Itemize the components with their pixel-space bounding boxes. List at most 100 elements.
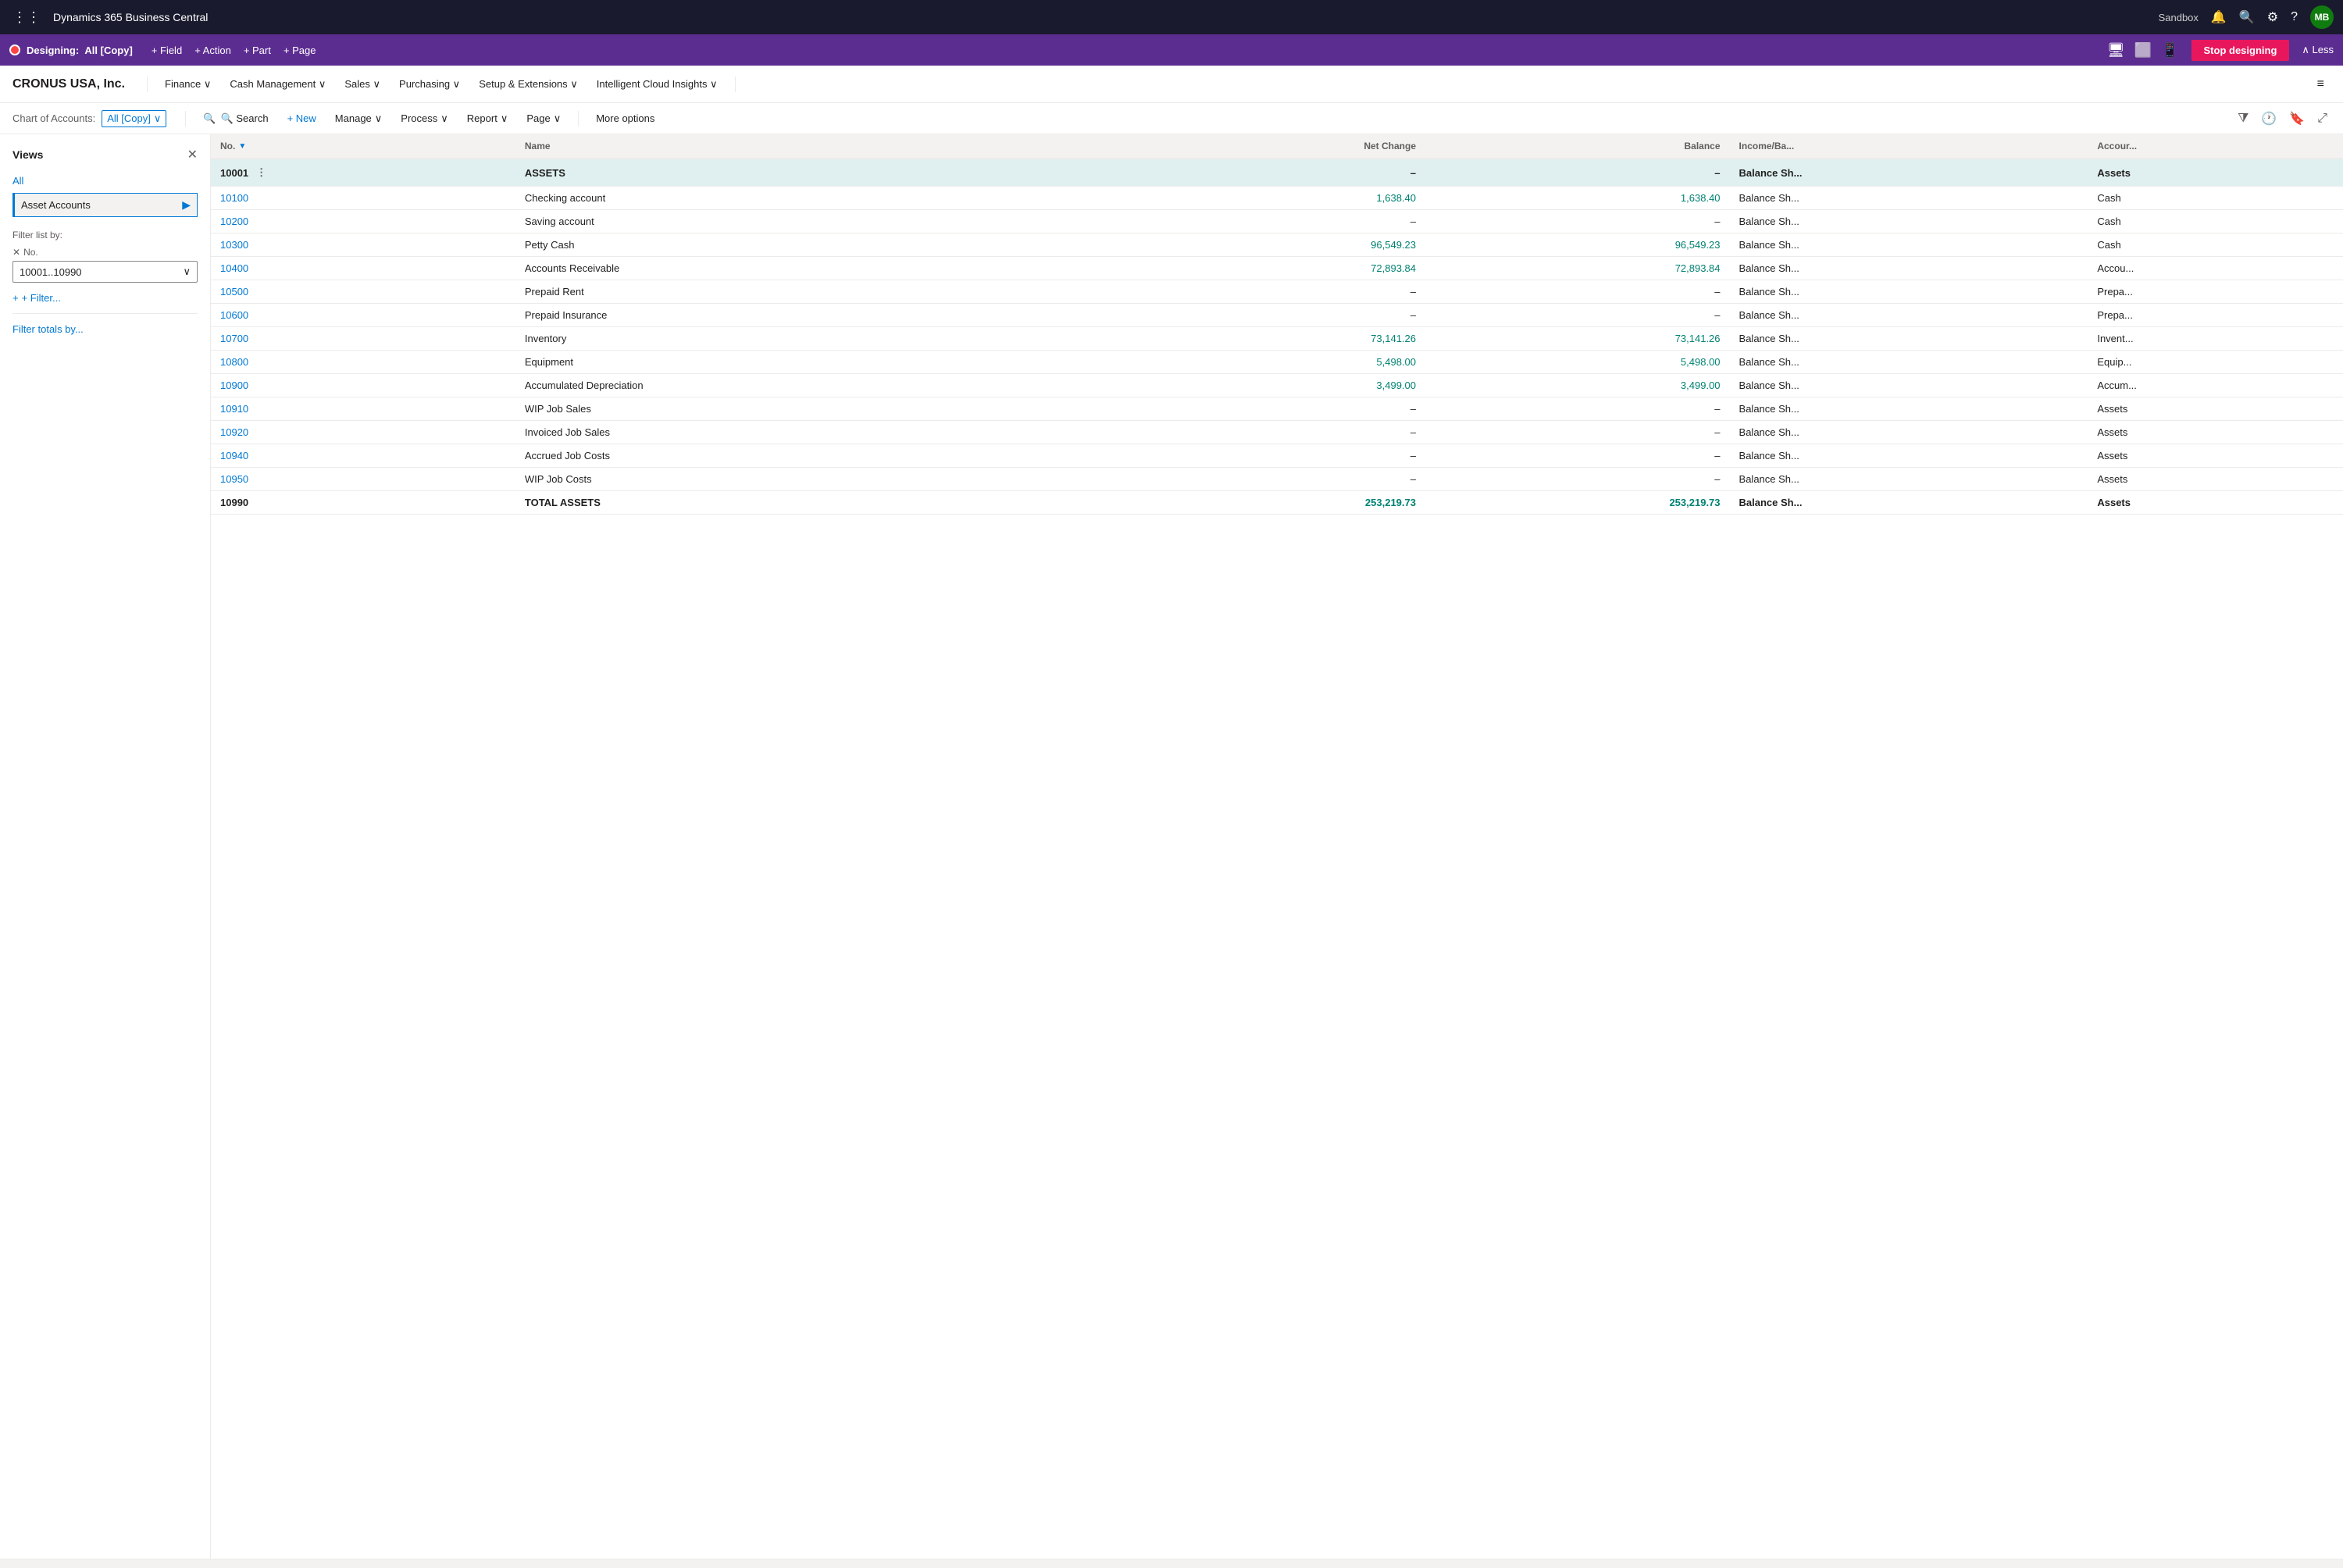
menu-more-icon[interactable]: ≡ <box>2311 74 2331 94</box>
breadcrumb-label: Chart of Accounts: <box>12 112 95 124</box>
row-no[interactable]: 10400 <box>211 257 515 280</box>
views-selected-item[interactable]: Asset Accounts ▶ <box>12 193 198 217</box>
filter-totals-button[interactable]: Filter totals by... <box>12 323 198 335</box>
row-income-balance: Balance Sh... <box>1730 468 2088 491</box>
menu-item-purchasing[interactable]: Purchasing ∨ <box>391 73 468 95</box>
bookmark-icon-btn[interactable]: 🔖 <box>2286 108 2308 130</box>
row-balance: 72,893.84 <box>1425 257 1730 280</box>
row-no[interactable]: 10100 <box>211 187 515 210</box>
row-actions-btn[interactable]: ⋮ <box>251 165 271 180</box>
table-row: 10500 Prepaid Rent – – Balance Sh... Pre… <box>211 280 2343 304</box>
menu-item-finance[interactable]: Finance ∨ <box>157 73 219 95</box>
views-all-item[interactable]: All <box>12 172 198 190</box>
row-income-balance: Balance Sh... <box>1730 233 2088 257</box>
row-net-change: – <box>1115 421 1425 444</box>
menu-item-sales[interactable]: Sales ∨ <box>337 73 388 95</box>
row-no[interactable]: 10600 <box>211 304 515 327</box>
row-account-type: Equip... <box>2088 351 2343 374</box>
filter-dropdown-chevron: ∨ <box>183 265 191 278</box>
breadcrumb-chevron-icon: ∨ <box>154 112 162 125</box>
views-close-button[interactable]: ✕ <box>187 147 198 162</box>
row-account-type: Assets <box>2088 491 2343 515</box>
top-nav-right: Sandbox 🔔 🔍 ⚙ ? MB <box>2159 5 2334 29</box>
row-balance: – <box>1425 468 1730 491</box>
stop-designing-button[interactable]: Stop designing <box>2191 40 2290 61</box>
clock-icon-btn[interactable]: 🕐 <box>2258 108 2280 130</box>
user-avatar[interactable]: MB <box>2310 5 2334 29</box>
expand-icon-btn[interactable]: ⤢ <box>2314 109 2331 129</box>
row-balance: – <box>1425 280 1730 304</box>
new-button[interactable]: + New <box>280 109 324 127</box>
row-net-change: 5,498.00 <box>1115 351 1425 374</box>
row-balance: 96,549.23 <box>1425 233 1730 257</box>
row-net-change: 1,638.40 <box>1115 187 1425 210</box>
row-account-type: Assets <box>2088 421 2343 444</box>
row-balance: 3,499.00 <box>1425 374 1730 397</box>
menu-divider <box>147 77 148 92</box>
row-no[interactable]: 10300 <box>211 233 515 257</box>
row-no: 10990 <box>211 491 515 515</box>
row-balance: – <box>1425 304 1730 327</box>
row-name: Equipment <box>515 351 1116 374</box>
row-income-balance: Balance Sh... <box>1730 444 2088 468</box>
row-no[interactable]: 10950 <box>211 468 515 491</box>
row-balance: – <box>1425 210 1730 233</box>
row-income-balance: Balance Sh... <box>1730 187 2088 210</box>
row-no[interactable]: 10900 <box>211 374 515 397</box>
row-net-change: – <box>1115 280 1425 304</box>
search-icon[interactable]: 🔍 <box>2239 9 2255 25</box>
row-balance: 5,498.00 <box>1425 351 1730 374</box>
gear-icon[interactable]: ⚙ <box>2267 9 2278 25</box>
desktop-icon[interactable]: 🖥 <box>2107 42 2125 59</box>
search-button[interactable]: 🔍 🔍 Search <box>195 109 276 128</box>
row-account-type: Assets <box>2088 468 2343 491</box>
less-button[interactable]: ∧ Less <box>2302 44 2334 56</box>
filter-add-button[interactable]: + + Filter... <box>12 292 198 304</box>
add-part-button[interactable]: + Part <box>244 45 271 56</box>
top-nav-bar: ⋮⋮ Dynamics 365 Business Central Sandbox… <box>0 0 2343 34</box>
breadcrumb-value[interactable]: All [Copy] ∨ <box>102 110 166 127</box>
menu-bar: CRONUS USA, Inc. Finance ∨ Cash Manageme… <box>0 66 2343 103</box>
row-no[interactable]: 10200 <box>211 210 515 233</box>
add-action-button[interactable]: + Action <box>194 45 231 56</box>
menu-divider-2 <box>735 77 736 92</box>
bottom-scrollbar[interactable] <box>0 1559 2343 1568</box>
filter-dropdown[interactable]: 10001..10990 ∨ <box>12 261 198 283</box>
bell-icon[interactable]: 🔔 <box>2211 9 2227 25</box>
row-net-change: – <box>1115 397 1425 421</box>
mobile-icon[interactable]: 📱 <box>2161 42 2178 59</box>
filter-icon-btn[interactable]: ⧩ <box>2234 109 2252 129</box>
row-income-balance: Balance Sh... <box>1730 397 2088 421</box>
row-no[interactable]: 10920 <box>211 421 515 444</box>
manage-button[interactable]: Manage ∨ <box>327 109 390 128</box>
row-no[interactable]: 10700 <box>211 327 515 351</box>
more-options-button[interactable]: More options <box>588 109 662 127</box>
report-button[interactable]: Report ∨ <box>459 109 516 128</box>
app-title: Dynamics 365 Business Central <box>53 11 2149 23</box>
row-balance: – <box>1425 421 1730 444</box>
menu-item-cash-management[interactable]: Cash Management ∨ <box>222 73 333 95</box>
filter-tag-remove[interactable]: ✕ <box>12 247 20 258</box>
process-button[interactable]: Process ∨ <box>393 109 455 128</box>
col-account-type: Accour... <box>2088 134 2343 159</box>
menu-item-setup[interactable]: Setup & Extensions ∨ <box>471 73 586 95</box>
row-account-type: Invent... <box>2088 327 2343 351</box>
row-account-type: Prepa... <box>2088 304 2343 327</box>
add-field-button[interactable]: + Field <box>152 45 182 56</box>
menu-item-cloud-insights[interactable]: Intelligent Cloud Insights ∨ <box>589 73 726 95</box>
help-icon[interactable]: ? <box>2291 10 2298 24</box>
row-income-balance: Balance Sh... <box>1730 159 2088 187</box>
row-income-balance: Balance Sh... <box>1730 280 2088 304</box>
page-button[interactable]: Page ∨ <box>519 109 569 128</box>
row-no[interactable]: 10500 <box>211 280 515 304</box>
tablet-icon[interactable]: ⬜ <box>2134 42 2152 59</box>
filter-section: Filter list by: ✕ No. 10001..10990 ∨ + +… <box>12 230 198 335</box>
row-no[interactable]: 10940 <box>211 444 515 468</box>
table-row: 10001 ⋮ ASSETS – – Balance Sh... Assets <box>211 159 2343 187</box>
filter-divider <box>12 313 198 314</box>
waffle-icon[interactable]: ⋮⋮ <box>9 6 44 29</box>
row-no[interactable]: 10910 <box>211 397 515 421</box>
add-page-button[interactable]: + Page <box>284 45 316 56</box>
designer-right: 🖥 ⬜ 📱 Stop designing ∧ Less <box>2107 40 2334 61</box>
row-no[interactable]: 10800 <box>211 351 515 374</box>
